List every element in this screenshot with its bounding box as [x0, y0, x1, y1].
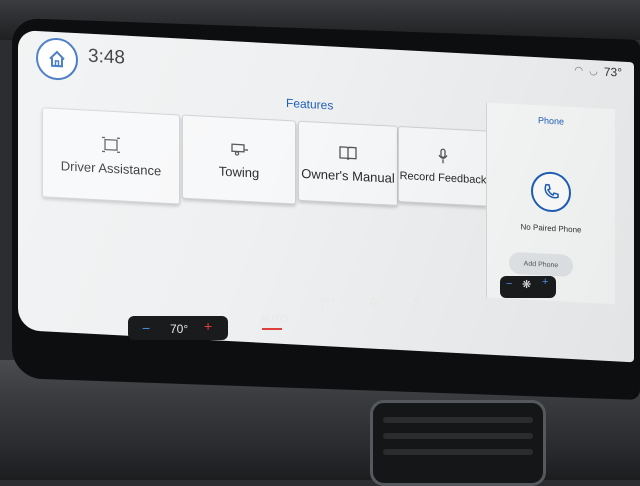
auto-button[interactable]: AUTO	[260, 314, 288, 325]
tile-label: Towing	[218, 163, 260, 181]
phone-title: Phone	[537, 115, 565, 127]
phone-panel: Phone No Paired Phone Add Phone	[486, 102, 615, 305]
fan-up-button[interactable]: +	[542, 276, 548, 288]
temp-down-button[interactable]: −	[142, 320, 150, 336]
signal-icon: ◡	[589, 65, 598, 77]
home-button[interactable]	[36, 36, 78, 82]
temp-up-button[interactable]: +	[204, 318, 212, 334]
tile-owners-manual[interactable]: Owner's Manual	[298, 120, 398, 206]
features-title: Features	[286, 96, 334, 113]
add-phone-button[interactable]: Add Phone	[509, 251, 573, 278]
fan-down-button[interactable]: −	[506, 278, 512, 290]
defrost-icon[interactable]: ⌇	[320, 306, 325, 317]
microphone-icon	[438, 148, 448, 164]
trailer-icon	[231, 143, 248, 156]
driver-temperature: 70°	[170, 322, 189, 336]
outside-temperature: 73°	[603, 64, 622, 80]
seat-fan-icon[interactable]: ❋	[522, 278, 531, 291]
auto-indicator	[262, 328, 282, 330]
climate-bar: − 70° + AUTO MAX ⌇ ✲ ⟲ A/C − ❋ +	[120, 276, 560, 340]
clock: 3:48	[88, 45, 125, 69]
air-vent	[370, 400, 546, 486]
tile-label: Owner's Manual	[301, 165, 395, 186]
tile-driver-assistance[interactable]: Driver Assistance	[42, 107, 180, 205]
ac-button[interactable]: A/C	[458, 290, 471, 299]
phone-button[interactable]	[531, 170, 571, 213]
phone-status: No Paired Phone	[520, 222, 582, 235]
max-defrost-label: MAX	[320, 297, 336, 304]
phone-icon	[544, 183, 559, 199]
wifi-icon: ◠	[574, 64, 584, 77]
driver-assist-icon	[102, 136, 120, 153]
tile-label: Record Feedback	[399, 169, 487, 187]
tile-towing[interactable]: Towing	[182, 114, 296, 205]
fan-icon[interactable]: ✲	[368, 294, 380, 311]
status-bar: ◠ ◡ 73°	[574, 63, 622, 80]
home-icon	[49, 50, 65, 68]
tile-label: Driver Assistance	[60, 157, 162, 179]
tile-record-feedback[interactable]: Record Feedback	[398, 125, 488, 207]
book-icon	[339, 145, 357, 160]
recirculate-icon[interactable]: ⟲	[412, 294, 421, 307]
